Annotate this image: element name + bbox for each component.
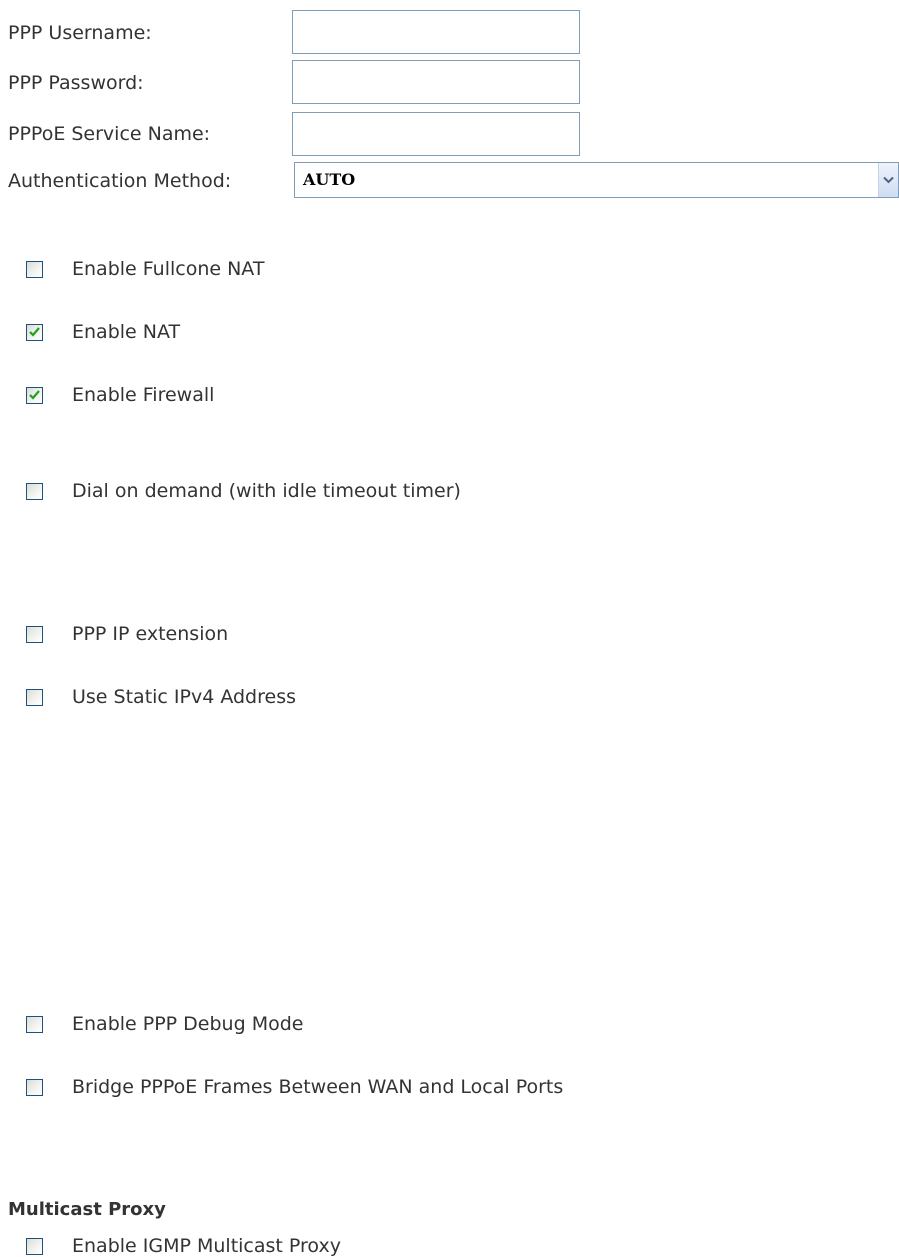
multicast-proxy-heading: Multicast Proxy	[8, 1199, 166, 1220]
pppoe-service-name-input[interactable]	[292, 112, 580, 156]
pppoe-service-name-label: PPPoE Service Name:	[8, 123, 211, 145]
static-ipv4-checkbox[interactable]	[26, 688, 43, 706]
dial-on-demand-row[interactable]: Dial on demand (with idle timeout timer)	[26, 480, 461, 502]
ppp-debug-label: Enable PPP Debug Mode	[72, 1013, 304, 1035]
chevron-down-icon[interactable]	[878, 163, 898, 197]
check-mark-icon	[29, 390, 40, 400]
static-ipv4-row[interactable]: Use Static IPv4 Address	[26, 686, 296, 708]
auth-method-value: AUTO	[303, 170, 356, 189]
fullcone-nat-checkbox[interactable]	[26, 260, 43, 278]
ppp-debug-checkbox[interactable]	[26, 1015, 43, 1033]
ppp-password-input[interactable]	[292, 60, 580, 104]
ppp-password-label: PPP Password:	[8, 72, 144, 94]
ppp-ip-extension-label: PPP IP extension	[72, 623, 229, 645]
nat-checkbox[interactable]	[26, 323, 43, 341]
fullcone-nat-label: Enable Fullcone NAT	[72, 258, 265, 280]
igmp-proxy-checkbox[interactable]	[26, 1237, 43, 1255]
ppp-ip-extension-row[interactable]: PPP IP extension	[26, 623, 228, 645]
static-ipv4-label: Use Static IPv4 Address	[72, 686, 297, 708]
dial-on-demand-checkbox[interactable]	[26, 482, 43, 500]
ppp-username-input[interactable]	[292, 10, 580, 54]
firewall-row[interactable]: Enable Firewall	[26, 384, 214, 406]
dial-on-demand-label: Dial on demand (with idle timeout timer)	[72, 480, 461, 502]
bridge-pppoe-row[interactable]: Bridge PPPoE Frames Between WAN and Loca…	[26, 1076, 563, 1098]
igmp-proxy-row[interactable]: Enable IGMP Multicast Proxy	[26, 1235, 341, 1257]
auth-method-select[interactable]: AUTO	[294, 162, 899, 198]
firewall-label: Enable Firewall	[72, 384, 215, 406]
auth-method-label: Authentication Method:	[8, 170, 232, 192]
bridge-pppoe-label: Bridge PPPoE Frames Between WAN and Loca…	[72, 1076, 564, 1098]
igmp-proxy-label: Enable IGMP Multicast Proxy	[72, 1235, 341, 1257]
ppp-username-label: PPP Username:	[8, 22, 152, 44]
nat-label: Enable NAT	[72, 321, 181, 343]
ppp-debug-row[interactable]: Enable PPP Debug Mode	[26, 1013, 303, 1035]
ppp-ip-extension-checkbox[interactable]	[26, 625, 43, 643]
fullcone-nat-row[interactable]: Enable Fullcone NAT	[26, 258, 264, 280]
firewall-checkbox[interactable]	[26, 386, 43, 404]
nat-row[interactable]: Enable NAT	[26, 321, 180, 343]
check-mark-icon	[29, 327, 40, 337]
bridge-pppoe-checkbox[interactable]	[26, 1078, 43, 1096]
